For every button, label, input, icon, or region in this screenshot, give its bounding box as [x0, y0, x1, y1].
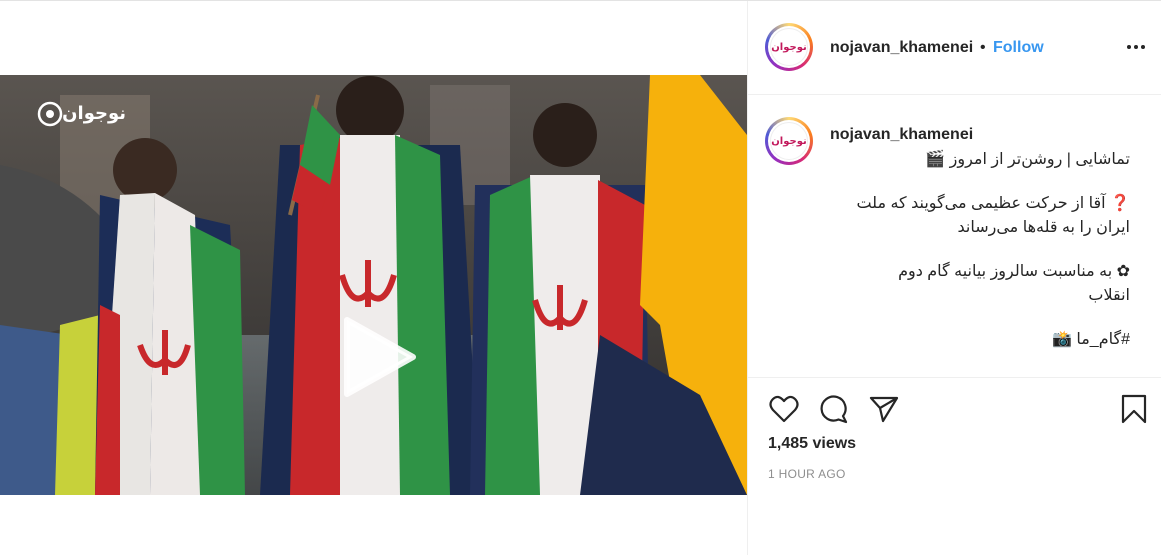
follow-button[interactable]: Follow: [993, 39, 1044, 57]
media-column: نوجوان: [0, 1, 747, 555]
caption-line: ✿ به مناسبت سالروز بیانیه گام دوم: [898, 263, 1130, 280]
like-button[interactable]: [768, 393, 800, 425]
comment-icon: [820, 395, 848, 424]
more-dot: [1134, 45, 1138, 49]
heart-icon: [769, 395, 799, 423]
caption-gap: [830, 308, 1130, 328]
comment-button[interactable]: [818, 393, 850, 425]
caption-username[interactable]: nojavan_khamenei: [830, 126, 973, 144]
bookmark-icon: [1121, 394, 1147, 424]
play-icon: [344, 317, 416, 397]
avatar-ring: نوجوان: [768, 120, 810, 162]
post-header: نوجوان nojavan_khamenei • Follow: [748, 1, 1161, 95]
avatar-logo-text: نوجوان: [771, 135, 807, 147]
avatar-ring: نوجوان: [768, 26, 810, 68]
instagram-post-window: نوجوان نوجوان nojavan_khamenei • Follow …: [0, 0, 1161, 555]
watermark-logo: نوجوان: [62, 103, 126, 124]
caption-section: نوجوان nojavan_khamenei تماشایی | روشن‌ت…: [748, 96, 1161, 378]
share-button[interactable]: [868, 393, 900, 425]
send-icon: [869, 396, 899, 423]
save-button[interactable]: [1118, 393, 1150, 425]
hashtag-link[interactable]: #گام_ما 📸: [830, 328, 1130, 352]
caption-line: تماشایی | روشن‌تر از امروز 🎬: [925, 151, 1130, 168]
caption-line: ایران را به قله‌ها می‌رساند: [957, 219, 1130, 236]
action-bar: [748, 393, 1161, 429]
post-timestamp[interactable]: 1 HOUR AGO: [768, 467, 846, 481]
separator-dot: •: [980, 39, 986, 56]
avatar[interactable]: نوجوان: [765, 23, 813, 71]
more-options-button[interactable]: [1124, 37, 1148, 57]
view-count[interactable]: 1,485 views: [768, 435, 856, 453]
caption-line: ❓ آقا از حرکت عظیمی می‌گویند که ملت: [856, 195, 1130, 212]
more-dot: [1141, 45, 1145, 49]
caption-avatar[interactable]: نوجوان: [765, 117, 813, 165]
video-player[interactable]: نوجوان: [0, 75, 747, 495]
header-username[interactable]: nojavan_khamenei: [830, 39, 973, 57]
caption-gap: [830, 240, 1130, 260]
more-horizontal-icon: [1127, 45, 1131, 49]
play-button[interactable]: [333, 312, 423, 402]
post-sidebar: نوجوان nojavan_khamenei • Follow نوجوان: [747, 1, 1161, 555]
avatar-image: نوجوان: [770, 28, 808, 66]
caption-text: تماشایی | روشن‌تر از امروز 🎬 ❓ آقا از حر…: [830, 148, 1130, 352]
avatar-logo-text: نوجوان: [771, 41, 807, 53]
caption-line: انقلاب: [1088, 287, 1130, 304]
avatar-image: نوجوان: [770, 122, 808, 160]
video-frame: [0, 75, 747, 495]
caption-gap: [830, 172, 1130, 192]
